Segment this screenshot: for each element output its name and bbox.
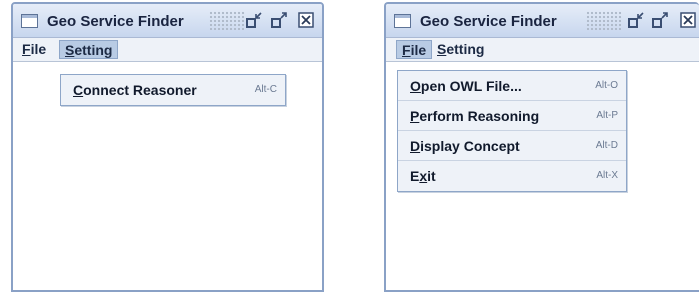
- title-bar-grip: [209, 11, 245, 30]
- app-window: Geo Service Finder File Setting Connect …: [11, 2, 324, 292]
- menu-item-display-concept[interactable]: Display Concept Alt-D: [398, 131, 626, 161]
- minimize-icon[interactable]: [246, 12, 262, 28]
- app-window: Geo Service Finder File Setting Open OWL…: [384, 2, 699, 292]
- title-bar[interactable]: Geo Service Finder: [386, 4, 699, 38]
- menu-setting[interactable]: Setting: [59, 40, 119, 59]
- menu-bar: File Setting: [386, 38, 699, 62]
- window-icon[interactable]: [394, 14, 411, 28]
- title-bar-grip: [586, 11, 622, 30]
- file-menu-popup: Open OWL File... Alt-O Perform Reasoning…: [397, 70, 627, 192]
- window-icon[interactable]: [21, 14, 38, 28]
- maximize-icon[interactable]: [652, 12, 668, 28]
- accelerator-label: Alt-X: [596, 170, 618, 181]
- window-title: Geo Service Finder: [47, 13, 184, 30]
- accelerator-label: Alt-D: [595, 140, 618, 151]
- window-title: Geo Service Finder: [420, 13, 557, 30]
- menu-file[interactable]: File: [396, 40, 433, 59]
- menu-item-open-owl-file[interactable]: Open OWL File... Alt-O: [398, 71, 626, 101]
- accelerator-label: Alt-P: [596, 110, 618, 121]
- menu-item-connect-reasoner[interactable]: Connect Reasoner Alt-C: [61, 75, 285, 105]
- accelerator-label: Alt-O: [595, 80, 618, 91]
- title-bar[interactable]: Geo Service Finder: [13, 4, 322, 38]
- menu-setting[interactable]: Setting: [432, 40, 489, 59]
- menu-bar: File Setting: [13, 38, 322, 62]
- maximize-icon[interactable]: [271, 12, 287, 28]
- menu-item-exit[interactable]: Exit Alt-X: [398, 161, 626, 191]
- minimize-icon[interactable]: [628, 12, 644, 28]
- close-icon[interactable]: [298, 12, 314, 28]
- accelerator-label: Alt-C: [254, 84, 277, 95]
- menu-item-perform-reasoning[interactable]: Perform Reasoning Alt-P: [398, 101, 626, 131]
- setting-menu-popup: Connect Reasoner Alt-C: [60, 74, 286, 106]
- menu-file[interactable]: File: [17, 40, 51, 59]
- close-icon[interactable]: [680, 12, 696, 28]
